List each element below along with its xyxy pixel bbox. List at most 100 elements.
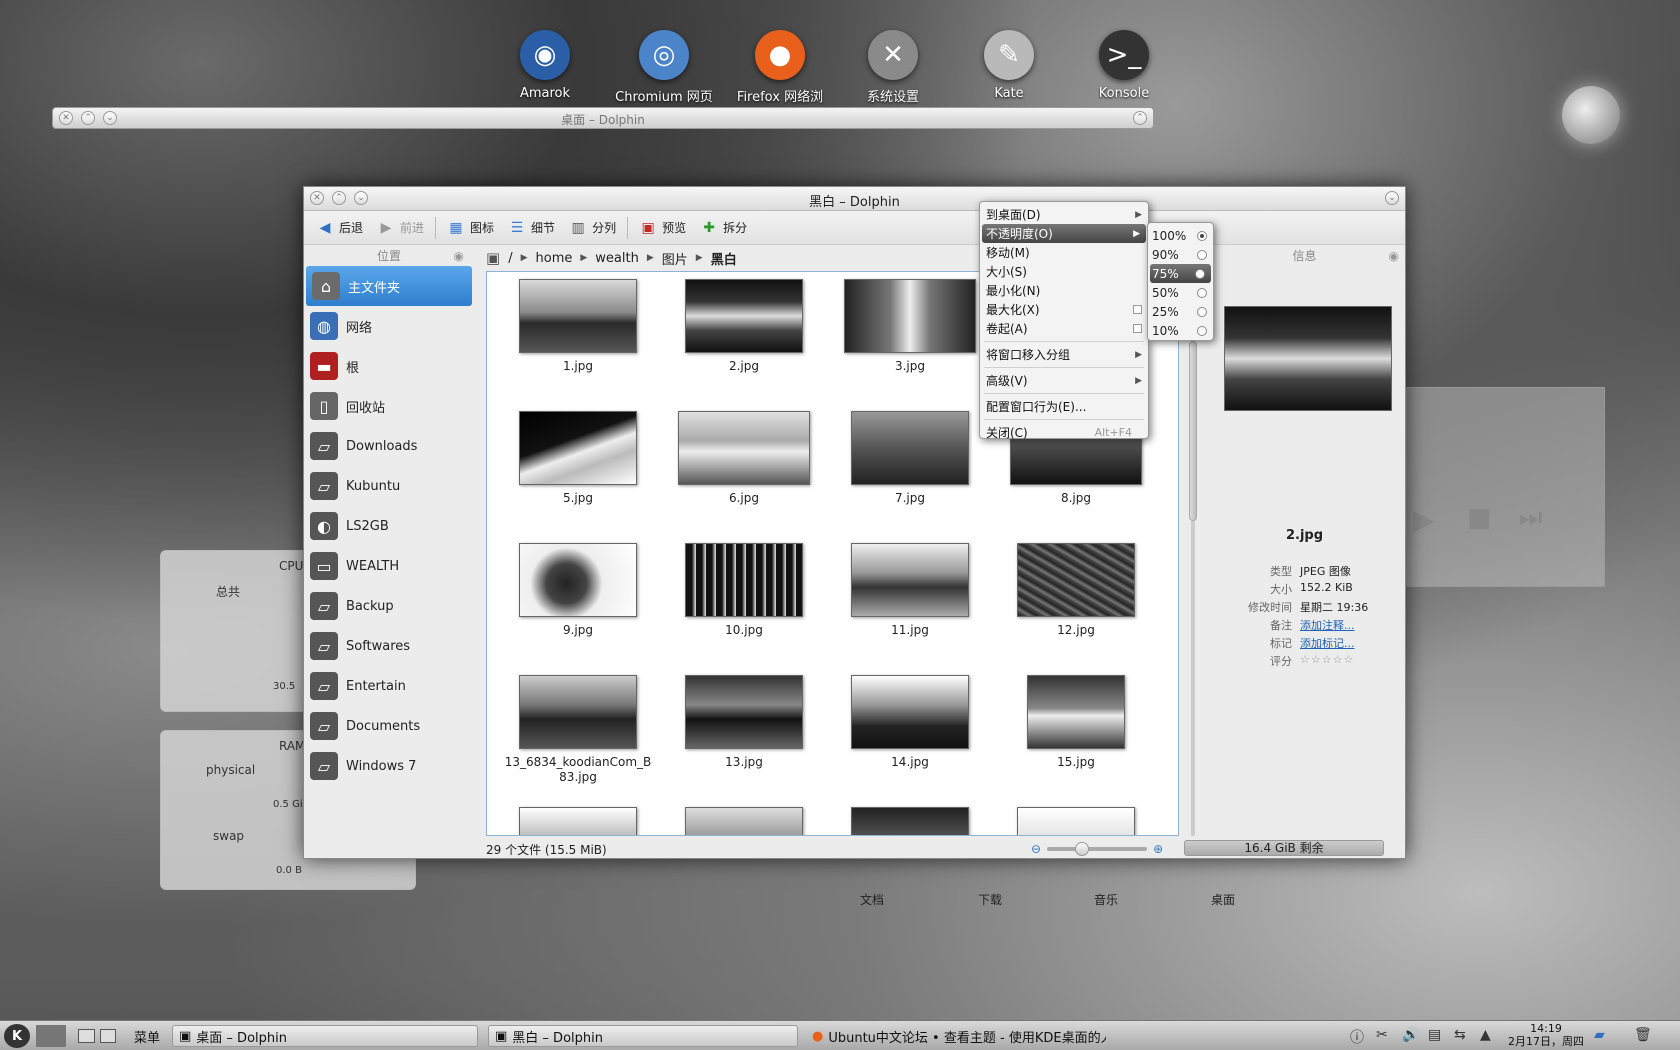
radio-button[interactable] <box>1197 325 1207 336</box>
menu-item[interactable]: 大小(S) <box>980 262 1148 281</box>
folder-music[interactable]: 音乐 <box>1094 891 1118 908</box>
place-item[interactable]: ◍ 网络 <box>304 306 474 346</box>
menu-item[interactable]: 移动(M) <box>980 243 1148 262</box>
file-item[interactable] <box>827 805 993 835</box>
window-titlebar[interactable]: ✕ ⌃ ⌄ 黑白 – Dolphin ⌄ <box>304 187 1405 211</box>
file-item[interactable]: 13.jpg <box>661 673 827 805</box>
checkbox[interactable] <box>1133 324 1142 333</box>
zoom-track[interactable] <box>1047 842 1148 856</box>
scroll-handle[interactable] <box>1189 341 1197 521</box>
vertical-scrollbar[interactable] <box>1187 271 1199 836</box>
radio-button[interactable] <box>1197 230 1207 241</box>
file-item[interactable] <box>495 805 661 835</box>
camera-folder-icon[interactable]: ▣ <box>486 249 500 267</box>
place-item[interactable]: ⌂ 主文件夹 <box>306 266 472 306</box>
split-button[interactable]: ✚ 拆分 <box>694 216 753 240</box>
back-window-titlebar[interactable]: ✕ ⌃ ⌄ 桌面 – Dolphin ⌃ <box>52 107 1154 129</box>
radio-button[interactable] <box>1197 306 1207 317</box>
play-icon[interactable]: ▶ <box>1413 503 1435 536</box>
panel-close-icon[interactable]: ◉ <box>454 246 464 266</box>
menu-item[interactable]: 将窗口移入分组 ▶ <box>980 345 1148 364</box>
file-item[interactable]: 7.jpg <box>827 409 993 541</box>
breadcrumb-item[interactable]: 黑白 <box>711 249 737 268</box>
radio-button[interactable] <box>1195 268 1205 279</box>
shade-icon[interactable]: ⌃ <box>1133 111 1147 125</box>
network-icon[interactable]: ⇆ <box>1454 1027 1466 1043</box>
back-button[interactable]: ◀ 后退 <box>310 216 369 240</box>
kde-menu-icon[interactable]: K <box>4 1024 30 1048</box>
next-icon[interactable]: ⏭ <box>1519 503 1542 534</box>
device-notifier-icon[interactable]: ▤ <box>1428 1027 1441 1043</box>
expand-tray-icon[interactable]: ▲ <box>1480 1027 1491 1043</box>
launcher-terminal[interactable]: >_ Konsole <box>1064 30 1184 101</box>
opacity-option[interactable]: 100% <box>1148 226 1213 245</box>
file-item[interactable]: 5.jpg <box>495 409 661 541</box>
place-item[interactable]: ▱ Kubuntu <box>304 466 474 506</box>
file-item[interactable]: 11.jpg <box>827 541 993 673</box>
folder-downloads[interactable]: 下载 <box>978 891 1002 908</box>
file-item[interactable]: 12.jpg <box>993 541 1159 673</box>
menu-item[interactable]: 最小化(N) <box>980 281 1148 300</box>
klipper-icon[interactable]: ✂ <box>1376 1027 1388 1043</box>
file-item[interactable]: 6.jpg <box>661 409 827 541</box>
volume-icon[interactable]: 🔊 <box>1402 1027 1419 1043</box>
file-item[interactable] <box>993 805 1159 835</box>
file-item[interactable]: 15.jpg <box>993 673 1159 805</box>
breadcrumb-item[interactable]: wealth <box>595 251 639 266</box>
file-item[interactable]: 2.jpg <box>661 277 827 409</box>
breadcrumb-item[interactable]: / <box>508 251 512 266</box>
task-bw-dolphin[interactable]: ▣ 黑白 – Dolphin <box>488 1025 798 1047</box>
opacity-option[interactable]: 50% <box>1148 283 1213 302</box>
place-item[interactable]: ▱ Downloads <box>304 426 474 466</box>
file-item[interactable]: 1.jpg <box>495 277 661 409</box>
launcher-amarok[interactable]: ◉ Amarok <box>485 30 605 101</box>
radio-button[interactable] <box>1197 249 1207 260</box>
breadcrumb-item[interactable]: 图片 <box>662 249 688 268</box>
task-firefox-forum[interactable]: ● Ubuntu中文论坛 • 查看主题 - 使用KDE桌面的人都 <box>806 1025 1106 1047</box>
menu-button[interactable]: 菜单 <box>128 1025 166 1047</box>
preview-button[interactable]: ▣ 预览 <box>633 216 692 240</box>
icons-view-button[interactable]: ▦ 图标 <box>441 216 500 240</box>
zoom-in-icon[interactable]: ⊕ <box>1153 842 1163 856</box>
menu-item[interactable]: 不透明度(O) ▶ <box>982 224 1146 243</box>
zoom-slider[interactable]: ⊖ ⊕ <box>1031 842 1163 856</box>
opacity-option[interactable]: 90% <box>1148 245 1213 264</box>
menu-item[interactable]: 高级(V) ▶ <box>980 371 1148 390</box>
place-item[interactable]: ▱ Backup <box>304 586 474 626</box>
stop-icon[interactable]: ■ <box>1467 503 1492 533</box>
zoom-knob[interactable] <box>1075 842 1090 856</box>
place-item[interactable]: ▬ 根 <box>304 346 474 386</box>
place-item[interactable]: ▭ WEALTH <box>304 546 474 586</box>
menu-item[interactable]: 配置窗口行为(E)... <box>980 397 1148 416</box>
info-tray-icon[interactable]: ⓘ <box>1350 1027 1364 1047</box>
opacity-option[interactable]: 25% <box>1148 302 1213 321</box>
folder-documents[interactable]: 文档 <box>860 891 884 908</box>
panel-close-icon[interactable]: ◉ <box>1389 246 1399 266</box>
opacity-option[interactable]: 10% <box>1148 321 1213 340</box>
shade-icon[interactable]: ⌄ <box>1385 191 1399 205</box>
file-item[interactable]: 13_6834_koodianCom_B83.jpg <box>495 673 661 805</box>
menu-item[interactable]: 到桌面(D) ▶ <box>980 205 1148 224</box>
launcher-wrench-screwdriver[interactable]: ✕ 系统设置 <box>833 30 953 105</box>
place-item[interactable]: ▯ 回收站 <box>304 386 474 426</box>
forward-button[interactable]: ▶ 前进 <box>371 216 430 240</box>
file-item[interactable] <box>661 805 827 835</box>
pager-icon[interactable] <box>72 1025 122 1047</box>
breadcrumb-item[interactable]: home <box>536 251 573 266</box>
place-item[interactable]: ▱ Documents <box>304 706 474 746</box>
opacity-option[interactable]: 75% <box>1150 264 1211 283</box>
place-item[interactable]: ▱ Softwares <box>304 626 474 666</box>
rating-stars-icon[interactable]: ☆☆☆☆☆ <box>1300 653 1354 669</box>
zoom-out-icon[interactable]: ⊖ <box>1031 842 1041 856</box>
details-view-button[interactable]: ☰ 细节 <box>502 216 561 240</box>
desktop-toolbox-icon[interactable]: ▰ <box>1594 1027 1605 1043</box>
columns-view-button[interactable]: ▥ 分列 <box>563 216 622 240</box>
file-item[interactable]: 10.jpg <box>661 541 827 673</box>
place-item[interactable]: ▱ Entertain <box>304 666 474 706</box>
task-desktop-dolphin[interactable]: ▣ 桌面 – Dolphin <box>172 1025 478 1047</box>
place-item[interactable]: ▱ Windows 7 <box>304 746 474 786</box>
file-item[interactable]: 3.jpg <box>827 277 993 409</box>
clock[interactable]: 14:19 2月17日，周四 <box>1508 1022 1584 1048</box>
checkbox[interactable] <box>1133 305 1142 314</box>
file-item[interactable]: 9.jpg <box>495 541 661 673</box>
